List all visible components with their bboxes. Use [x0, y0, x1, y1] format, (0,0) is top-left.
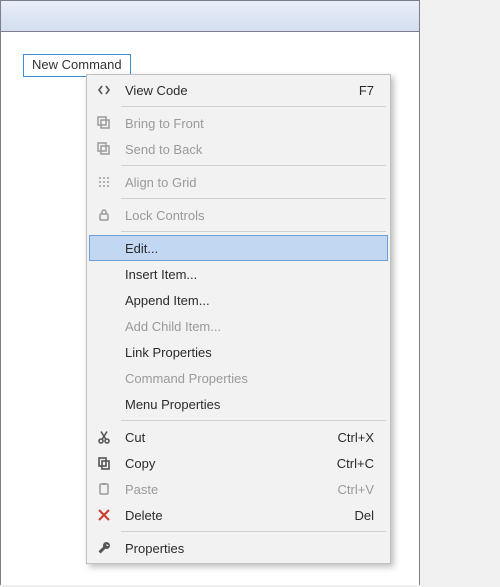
paste-icon	[89, 481, 119, 497]
designer-window: New Command View Code F7 Bring to Front	[0, 0, 420, 585]
menu-item-label: Link Properties	[119, 345, 380, 360]
menu-item-label: Copy	[119, 456, 325, 471]
menu-item-paste[interactable]: Paste Ctrl+V	[89, 476, 388, 502]
menu-item-lock-controls[interactable]: Lock Controls	[89, 202, 388, 228]
menu-separator	[121, 198, 386, 199]
menu-item-append-item[interactable]: Append Item...	[89, 287, 388, 313]
menu-item-label: Add Child Item...	[119, 319, 380, 334]
menu-item-shortcut: Ctrl+V	[326, 482, 380, 497]
menu-item-label: Align to Grid	[119, 175, 380, 190]
menu-separator	[121, 106, 386, 107]
menu-item-add-child-item[interactable]: Add Child Item...	[89, 313, 388, 339]
menu-item-view-code[interactable]: View Code F7	[89, 77, 388, 103]
menu-item-copy[interactable]: Copy Ctrl+C	[89, 450, 388, 476]
menu-item-label: Send to Back	[119, 142, 380, 157]
menu-item-label: Insert Item...	[119, 267, 380, 282]
menu-item-label: View Code	[119, 83, 347, 98]
menu-item-label: Edit...	[119, 241, 379, 256]
menu-item-align-to-grid[interactable]: Align to Grid	[89, 169, 388, 195]
menu-item-send-to-back[interactable]: Send to Back	[89, 136, 388, 162]
copy-icon	[89, 455, 119, 471]
wrench-icon	[89, 540, 119, 556]
menu-item-delete[interactable]: Delete Del	[89, 502, 388, 528]
menu-separator	[121, 165, 386, 166]
menu-item-label: Delete	[119, 508, 342, 523]
menu-item-label: Lock Controls	[119, 208, 380, 223]
menu-item-label: Menu Properties	[119, 397, 380, 412]
menu-item-label: Bring to Front	[119, 116, 380, 131]
menu-item-label: Paste	[119, 482, 326, 497]
menu-item-cut[interactable]: Cut Ctrl+X	[89, 424, 388, 450]
menu-item-shortcut: Del	[342, 508, 380, 523]
menu-item-label: Append Item...	[119, 293, 380, 308]
designer-surface[interactable]: New Command View Code F7 Bring to Front	[1, 32, 419, 585]
menu-item-label: Command Properties	[119, 371, 380, 386]
menu-item-label: Cut	[119, 430, 326, 445]
menu-separator	[121, 420, 386, 421]
menu-separator	[121, 231, 386, 232]
menu-item-label: Properties	[119, 541, 380, 556]
new-command-label: New Command	[32, 57, 122, 72]
menu-item-shortcut: F7	[347, 83, 380, 98]
menu-item-menu-properties[interactable]: Menu Properties	[89, 391, 388, 417]
code-icon	[89, 82, 119, 98]
delete-icon	[89, 507, 119, 523]
align-grid-icon	[89, 174, 119, 190]
menu-separator	[121, 531, 386, 532]
cut-icon	[89, 429, 119, 445]
bring-to-front-icon	[89, 115, 119, 131]
send-to-back-icon	[89, 141, 119, 157]
menu-item-shortcut: Ctrl+X	[326, 430, 380, 445]
menu-item-shortcut: Ctrl+C	[325, 456, 380, 471]
menu-item-link-properties[interactable]: Link Properties	[89, 339, 388, 365]
menu-item-insert-item[interactable]: Insert Item...	[89, 261, 388, 287]
menu-item-command-properties[interactable]: Command Properties	[89, 365, 388, 391]
menu-item-edit[interactable]: Edit...	[89, 235, 388, 261]
menu-item-properties[interactable]: Properties	[89, 535, 388, 561]
menu-item-bring-to-front[interactable]: Bring to Front	[89, 110, 388, 136]
lock-icon	[89, 207, 119, 223]
context-menu: View Code F7 Bring to Front Send to Back	[86, 74, 391, 564]
window-titlebar	[1, 1, 419, 32]
